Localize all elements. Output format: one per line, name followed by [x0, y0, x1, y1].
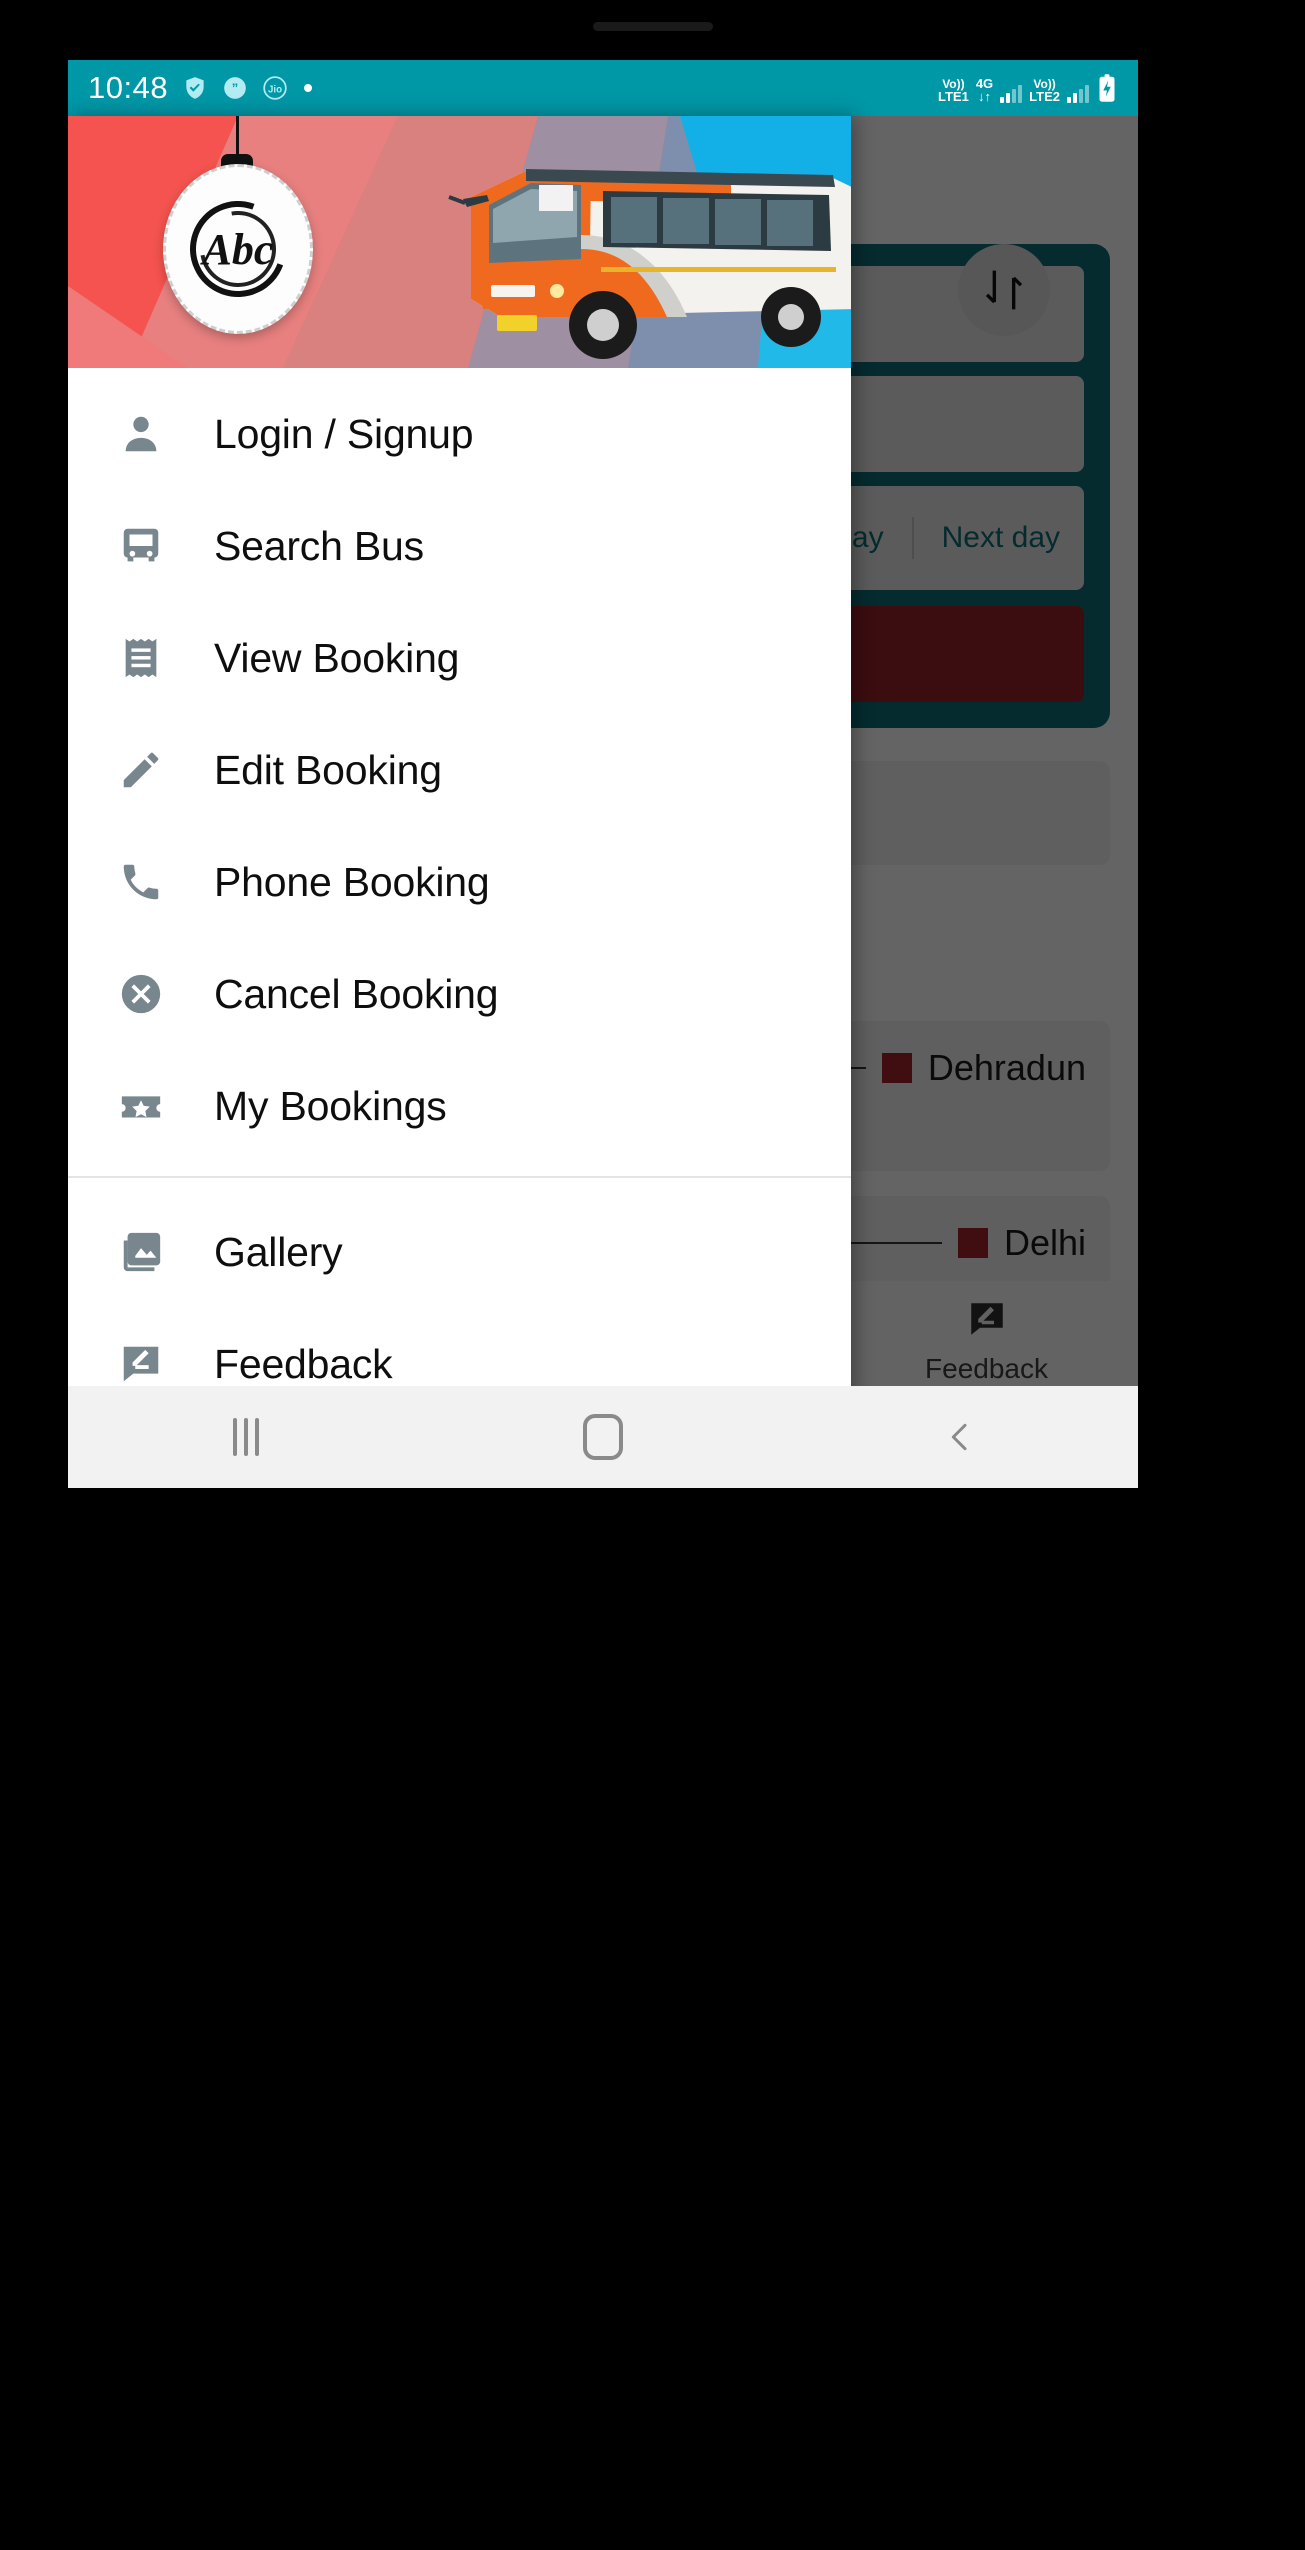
person-icon [110, 411, 172, 457]
menu-item-label: Phone Booking [214, 858, 490, 905]
svg-text:Jio: Jio [268, 84, 282, 95]
earpiece-notch [592, 22, 713, 31]
drawer-header-banner: Abc [68, 116, 851, 368]
feedback-icon [110, 1341, 172, 1387]
menu-item-label: My Bookings [214, 1082, 447, 1129]
app-logo: Abc [163, 164, 313, 334]
pencil-icon [110, 747, 172, 793]
signal-bars-1-icon [1000, 83, 1023, 103]
navigation-drawer: Abc Login / Signup Search Bus View Booki… [68, 116, 851, 1401]
menu-item-cancel-booking[interactable]: Cancel Booking [68, 938, 851, 1050]
network-type-indicator: 4G ↓↑ [975, 76, 994, 104]
status-bar: 10:48 ” Jio Vo)) LTE1 4G ↓↑ Vo)) LTE2 [68, 60, 1138, 116]
logo-monogram: Abc [202, 224, 274, 274]
menu-item-login-signup[interactable]: Login / Signup [68, 378, 851, 490]
recents-icon[interactable] [171, 1402, 321, 1472]
svg-text:”: ” [232, 80, 239, 95]
bus-illustration [448, 169, 851, 359]
menu-item-label: Feedback [214, 1340, 393, 1387]
menu-item-label: Edit Booking [214, 746, 442, 793]
android-navigation-bar [68, 1386, 1138, 1488]
gallery-icon [110, 1229, 172, 1275]
phone-icon [110, 859, 172, 905]
menu-item-view-booking[interactable]: View Booking [68, 602, 851, 714]
back-icon[interactable] [885, 1402, 1035, 1472]
cancel-circle-icon [110, 971, 172, 1017]
ticket-star-icon [110, 1083, 172, 1129]
status-bar-left: 10:48 ” Jio [88, 70, 314, 106]
status-bar-clock: 10:48 [88, 70, 169, 105]
volte-2-indicator: Vo)) LTE2 [1029, 77, 1060, 104]
menu-item-gallery[interactable]: Gallery [68, 1196, 851, 1308]
menu-item-label: View Booking [214, 634, 460, 681]
status-bar-right: Vo)) LTE1 4G ↓↑ Vo)) LTE2 [938, 73, 1118, 103]
drawer-section-divider [68, 1176, 851, 1178]
receipt-icon [110, 635, 172, 681]
device-frame: 10:48 ” Jio Vo)) LTE1 4G ↓↑ Vo)) LTE2 Ab… [0, 0, 1305, 2550]
drawer-menu-list: Login / Signup Search Bus View Booking E… [68, 368, 851, 1401]
menu-item-edit-booking[interactable]: Edit Booking [68, 714, 851, 826]
home-icon[interactable] [528, 1402, 678, 1472]
volte-1-indicator: Vo)) LTE1 [938, 77, 969, 104]
logo-mark-icon: Abc [174, 185, 302, 313]
menu-item-my-bookings[interactable]: My Bookings [68, 1050, 851, 1162]
jio-icon: Jio [262, 75, 288, 101]
menu-item-label: Cancel Booking [214, 970, 499, 1017]
menu-item-search-bus[interactable]: Search Bus [68, 490, 851, 602]
phone-screen: 10:48 ” Jio Vo)) LTE1 4G ↓↑ Vo)) LTE2 Ab… [68, 60, 1138, 1488]
menu-item-label: Login / Signup [214, 410, 474, 457]
menu-item-label: Gallery [214, 1228, 343, 1275]
menu-item-label: Search Bus [214, 522, 424, 569]
battery-charging-icon [1096, 73, 1118, 103]
bus-icon [110, 523, 172, 569]
signal-bars-2-icon [1067, 83, 1089, 103]
quote-bubble-icon: ” [222, 75, 248, 101]
shield-check-icon [182, 75, 208, 101]
dot-icon [302, 82, 314, 94]
menu-item-phone-booking[interactable]: Phone Booking [68, 826, 851, 938]
